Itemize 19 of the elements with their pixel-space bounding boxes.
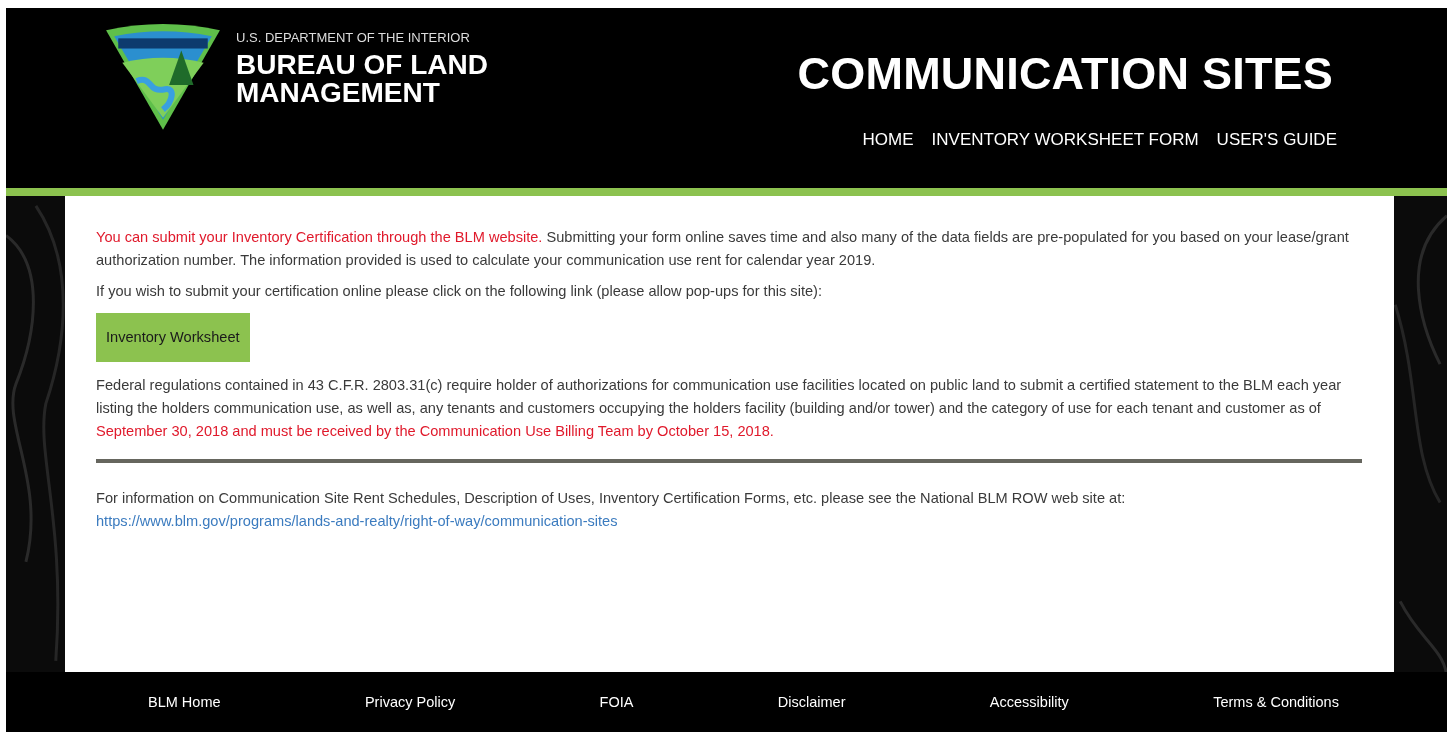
- inventory-worksheet-button[interactable]: Inventory Worksheet: [96, 313, 250, 362]
- nav-link[interactable]: USER'S GUIDE: [1216, 130, 1337, 150]
- agency-name: BUREAU OF LAND: [236, 51, 488, 79]
- footer-link[interactable]: BLM Home: [148, 694, 221, 710]
- footer-link[interactable]: Disclaimer: [777, 694, 846, 710]
- instruction-text: If you wish to submit your certification online please click on the following link (please allow pop-ups for this site):: [96, 282, 823, 301]
- nav-link[interactable]: INVENTORY WORKSHEET FORM: [931, 130, 1199, 150]
- footer-link[interactable]: Privacy Policy: [364, 694, 456, 710]
- agency-name: MANAGEMENT: [236, 79, 441, 107]
- footer-link[interactable]: Accessibility: [989, 694, 1069, 710]
- footer-link[interactable]: FOIA: [599, 694, 634, 710]
- intro-paragraph: You can submit your Inventory Certification through the BLM website. Submitting your form online saves time and also many of the data fields are pre-populated for you based on your lease/grant authorization number. The information provided is used to calculate your communication use rent for calendar year 2019.: [96, 228, 1350, 270]
- site-title: COMMUNICATION SITES: [797, 48, 1333, 100]
- department-name: U.S. DEPARTMENT OF THE INTERIOR: [236, 30, 471, 45]
- website-link[interactable]: https://www.blm.gov/programs/lands-and-realty/right-of-way/communication-sites: [96, 513, 618, 529]
- footer-link[interactable]: Terms & Conditions: [1213, 694, 1339, 710]
- info-text: For information on Communication Site Rent Schedules, Description of Uses, Inventory Certification Forms, etc. please see the National BLM ROW web site at:: [96, 489, 1127, 508]
- regulation-paragraph: Federal regulations contained in 43 C.F.R. 2803.31(c) require holder of authorizations for communication use facilities located on public land to submit a certified statement to the BLM each year listing the holders communication use, as well as, any tenants and customers occupying the holders facility (building and/or tower) and the category of use for each tenant and customer as of September 30, 2018 and must be received by the Communication Use Billing Team by October 15, 2018.: [96, 376, 1343, 441]
- nav-link[interactable]: HOME: [862, 130, 914, 150]
